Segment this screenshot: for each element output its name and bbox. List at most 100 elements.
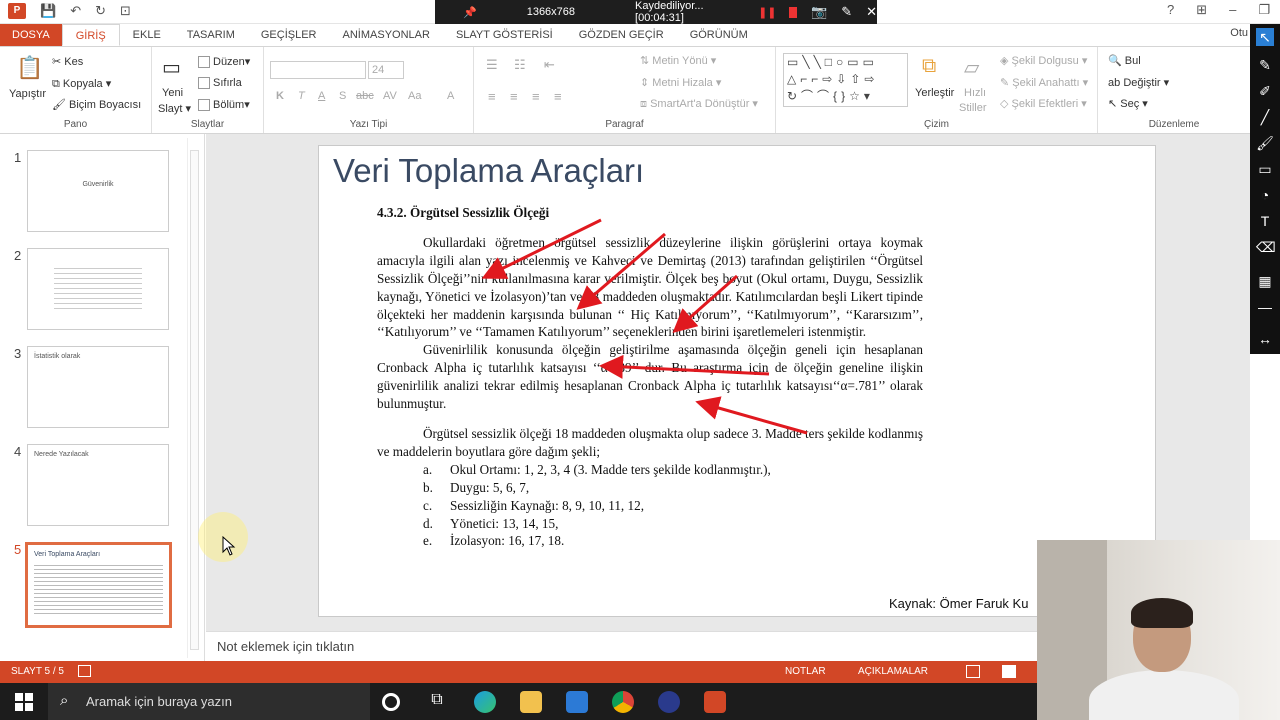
find-button[interactable]: Bul xyxy=(1125,55,1141,67)
tab-file[interactable]: DOSYA xyxy=(0,24,62,46)
chrome-icon[interactable] xyxy=(612,691,634,713)
quick-styles-button-line1[interactable]: Hızlı xyxy=(964,87,986,99)
pause-icon[interactable]: ❚❚ xyxy=(758,6,776,19)
line-tool-icon[interactable]: ╱ xyxy=(1256,108,1274,126)
tab-home[interactable]: GİRİŞ xyxy=(61,24,120,46)
help-icon[interactable]: ? xyxy=(1167,2,1174,18)
spotlight-tool-icon[interactable]: ◔ xyxy=(1256,186,1274,204)
paste-button[interactable]: Yapıştır xyxy=(9,88,46,100)
restore-icon[interactable]: ❐ xyxy=(1258,2,1270,18)
cursor-tool-icon[interactable]: ↖ xyxy=(1256,28,1274,46)
current-slide[interactable]: Veri Toplama Araçları 4.3.2. Örgütsel Se… xyxy=(318,145,1156,617)
change-case-button[interactable]: Aa xyxy=(408,90,421,102)
clear-tool-icon[interactable]: ― xyxy=(1256,298,1274,316)
camera-icon[interactable]: 📷 xyxy=(811,4,827,20)
bullets-icon[interactable]: ☰ xyxy=(486,57,498,73)
slide-thumbnail-1[interactable]: Güvenirlik xyxy=(27,150,169,232)
scrollbar-thumb[interactable] xyxy=(190,150,199,650)
eraser-tool-icon[interactable]: ⌫ xyxy=(1256,238,1276,256)
tab-design[interactable]: TASARIM xyxy=(174,24,248,46)
save-icon[interactable]: 💾 xyxy=(40,3,56,19)
slide-thumbnail-2[interactable] xyxy=(27,248,169,330)
presentation-icon[interactable]: ⊡ xyxy=(120,3,131,19)
taskbar-search-box[interactable]: ⌕ Aramak için buraya yazın xyxy=(48,683,370,720)
tab-animations[interactable]: ANİMASYONLAR xyxy=(330,24,443,46)
undo-icon[interactable]: ↶ xyxy=(70,3,81,19)
justify-icon[interactable]: ≡ xyxy=(554,89,562,104)
mail-icon[interactable] xyxy=(566,691,588,713)
shape-outline-button[interactable]: Şekil Anahattı xyxy=(1012,77,1079,89)
spellcheck-icon[interactable] xyxy=(78,665,91,677)
font-size-input[interactable]: 24 xyxy=(368,61,404,79)
close-recorder-icon[interactable]: ✕ xyxy=(866,4,877,20)
thumbnail-scrollbar[interactable] xyxy=(187,138,200,658)
italic-button[interactable]: T xyxy=(298,90,305,102)
minimize-icon[interactable]: – xyxy=(1229,2,1236,18)
character-spacing-button[interactable]: AV xyxy=(383,90,397,102)
powerpoint-taskbar-icon[interactable] xyxy=(704,691,726,713)
new-slide-button-line2[interactable]: Slayt xyxy=(158,103,182,115)
align-center-icon[interactable]: ≡ xyxy=(510,89,518,104)
tab-view[interactable]: GÖRÜNÜM xyxy=(677,24,761,46)
font-color-button[interactable]: A xyxy=(447,90,454,102)
underline-button[interactable]: A xyxy=(318,90,325,102)
ribbon-display-icon[interactable]: ⊞ xyxy=(1196,2,1207,18)
edge-browser-icon[interactable] xyxy=(474,691,496,713)
slide-source-text[interactable]: Kaynak: Ömer Faruk Ku xyxy=(889,596,1028,611)
strikethrough-button[interactable]: abc xyxy=(356,90,374,102)
smartart-button[interactable]: SmartArt'a Dönüştür xyxy=(650,98,749,110)
numbering-icon[interactable]: ☷ xyxy=(514,57,526,73)
notes-button[interactable]: NOTLAR xyxy=(785,666,826,677)
arrange-icon[interactable]: ⧉ xyxy=(922,55,936,78)
normal-view-icon[interactable] xyxy=(966,665,980,678)
paste-icon[interactable]: 📋 xyxy=(16,55,43,81)
tab-transitions[interactable]: GEÇİŞLER xyxy=(248,24,330,46)
replace-button[interactable]: Değiştir xyxy=(1123,77,1160,89)
tab-slideshow[interactable]: SLAYT GÖSTERİSİ xyxy=(443,24,566,46)
task-view-icon[interactable]: ⧉ xyxy=(426,691,448,713)
app-v-icon[interactable] xyxy=(658,691,680,713)
select-button[interactable]: Seç xyxy=(1120,98,1139,110)
layout-button[interactable]: Düzen xyxy=(213,56,245,68)
slide-thumbnail-3[interactable]: İstatistik olarak xyxy=(27,346,169,428)
align-right-icon[interactable]: ≡ xyxy=(532,89,540,104)
slide-thumbnail-4[interactable]: Nerede Yazılacak xyxy=(27,444,169,526)
slide-thumbnail-5[interactable]: Veri Toplama Araçları xyxy=(25,542,172,628)
redo-icon[interactable]: ↻ xyxy=(95,3,106,19)
new-slide-icon[interactable]: ▭ xyxy=(162,55,181,80)
reset-button[interactable]: Sıfırla xyxy=(213,77,242,89)
arrange-button[interactable]: Yerleştir xyxy=(915,87,954,99)
marker-tool-icon[interactable]: ✐ xyxy=(1256,82,1274,100)
cut-button[interactable]: Kes xyxy=(64,56,83,68)
text-tool-icon[interactable]: T xyxy=(1256,212,1274,230)
bold-button[interactable]: K xyxy=(276,90,284,102)
copy-button[interactable]: Kopyala xyxy=(63,78,103,90)
expand-toolbar-icon[interactable]: ↔ xyxy=(1256,330,1274,348)
comments-button[interactable]: AÇIKLAMALAR xyxy=(858,666,928,677)
shadow-button[interactable]: S xyxy=(339,90,346,102)
section-button[interactable]: Bölüm xyxy=(213,99,244,111)
format-painter-button[interactable]: Biçim Boyacısı xyxy=(69,99,141,111)
text-direction-button[interactable]: Metin Yönü xyxy=(652,55,707,67)
slide-sorter-icon[interactable] xyxy=(1002,665,1016,678)
rectangle-tool-icon[interactable]: ▭ xyxy=(1256,160,1274,178)
shapes-gallery[interactable]: ▭╲╲□○▭▭ △⌐⌐⇨⇩⇧⇨ ↻⌒⌒{}☆▾ xyxy=(783,53,908,107)
shape-effects-button[interactable]: Şekil Efektleri xyxy=(1012,98,1079,110)
pen-icon[interactable]: ✎ xyxy=(841,4,852,20)
pin-icon[interactable]: 📌 xyxy=(463,6,477,19)
board-tool-icon[interactable]: ▦ xyxy=(1256,272,1274,290)
new-slide-button-line1[interactable]: Yeni xyxy=(162,87,183,99)
file-explorer-icon[interactable] xyxy=(520,691,542,713)
tab-review[interactable]: GÖZDEN GEÇİR xyxy=(566,24,677,46)
font-name-input[interactable] xyxy=(270,61,366,79)
tab-insert[interactable]: EKLE xyxy=(120,24,174,46)
align-left-icon[interactable]: ≡ xyxy=(488,89,496,104)
quick-styles-button-line2[interactable]: Stiller xyxy=(959,102,987,114)
user-name[interactable]: Otu xyxy=(1230,27,1248,39)
align-text-button[interactable]: Metni Hizala xyxy=(652,77,713,89)
cortana-icon[interactable] xyxy=(382,693,400,711)
stop-icon[interactable] xyxy=(788,6,797,18)
quick-styles-icon[interactable]: ▱ xyxy=(964,55,979,80)
pen-tool-icon[interactable]: ✎ xyxy=(1256,56,1274,74)
windows-start-icon[interactable] xyxy=(15,693,33,711)
